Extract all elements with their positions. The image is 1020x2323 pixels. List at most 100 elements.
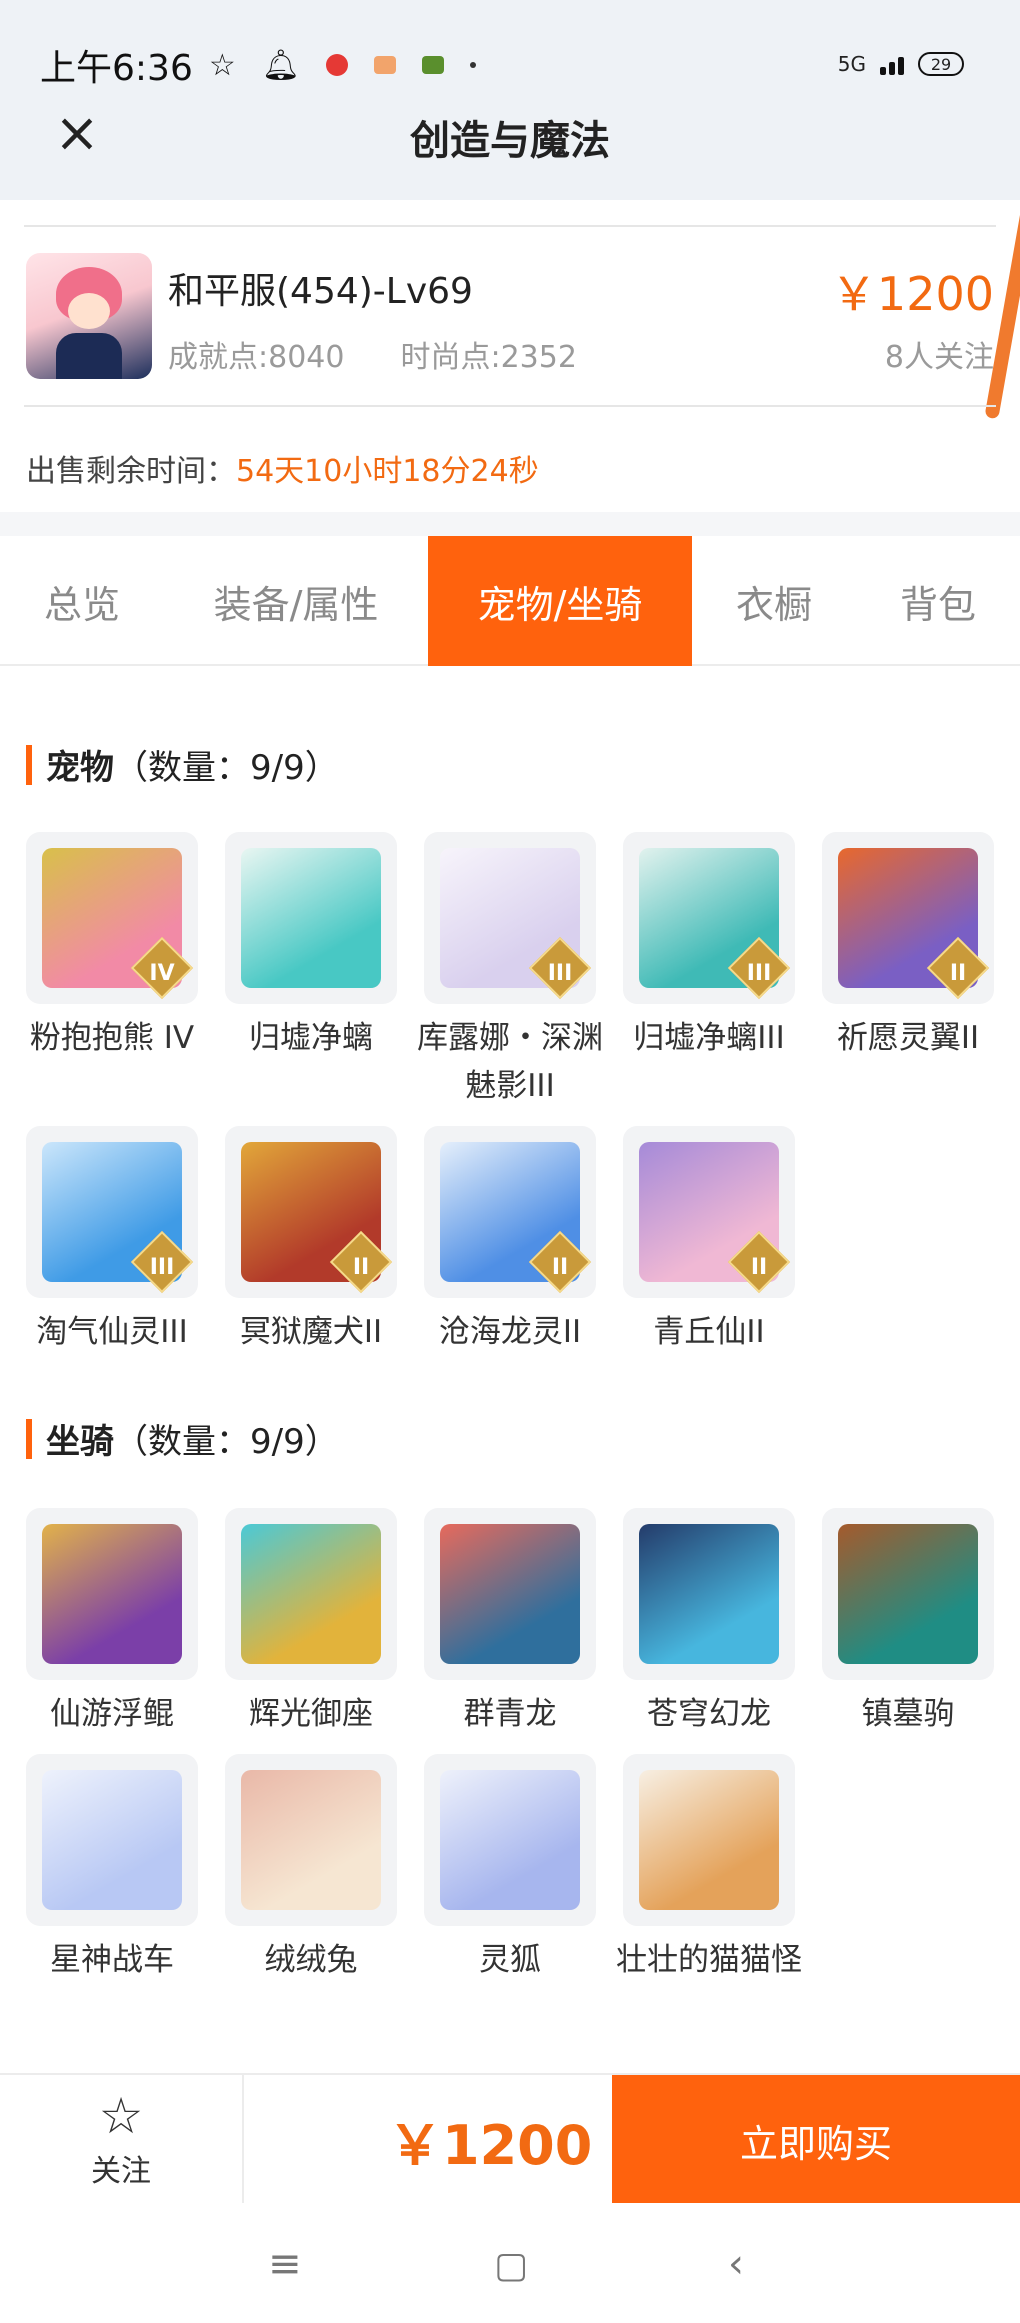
pet-name: 归墟净螭	[249, 1020, 373, 1056]
app-notification-icon	[325, 54, 348, 76]
mount-name: 仙游浮鲲	[50, 1696, 174, 1732]
status-time: 上午6:36	[40, 48, 193, 89]
item-artwork	[42, 1770, 182, 1910]
mount-name: 苍穹幻龙	[647, 1696, 771, 1732]
pet-name: 祈愿灵翼II	[836, 1020, 980, 1056]
item-artwork	[838, 1524, 978, 1664]
grade-badge-text: III	[149, 1255, 175, 1280]
header-area: 上午6:36 ☆ 🔔︎ 5G 29 × 创造与魔法	[0, 0, 1020, 200]
pet-name: 归墟净螭III	[633, 1020, 785, 1056]
pet-item[interactable]: II 沧海龙灵II	[424, 1126, 596, 1356]
listing-price: ￥1200	[830, 267, 994, 321]
star-icon: ☆	[208, 47, 236, 83]
tab-pets-mounts[interactable]: 宠物/坐骑	[428, 536, 692, 666]
grade-badge-text: IV	[149, 961, 175, 986]
item-artwork	[440, 1770, 580, 1910]
remaining-time-label: 出售剩余时间：	[26, 454, 236, 489]
mount-thumbnail	[225, 1754, 397, 1926]
pet-thumbnail: II	[822, 832, 994, 1004]
more-notifications-icon	[469, 62, 476, 68]
buy-now-button[interactable]: 立即购买	[612, 2075, 1020, 2205]
pet-item[interactable]: 归墟净螭	[225, 832, 397, 1062]
tab-bar: 总览 装备/属性 宠物/坐骑 衣橱 背包	[0, 536, 1020, 666]
pet-item[interactable]: IV 粉抱抱熊 IV	[26, 832, 198, 1062]
pet-thumbnail	[225, 832, 397, 1004]
mount-thumbnail	[26, 1754, 198, 1926]
server-level: 和平服(454)-Lv69	[168, 271, 473, 312]
pet-item[interactable]: II 祈愿灵翼II	[822, 832, 994, 1062]
mount-item[interactable]: 苍穹幻龙	[623, 1508, 795, 1738]
star-outline-icon: ☆	[98, 2087, 144, 2145]
achievement-points: 成就点:8040	[168, 340, 345, 375]
mounts-count: （数量：9/9）	[114, 1422, 339, 1462]
character-avatar	[26, 253, 152, 379]
mounts-title: 坐骑	[46, 1422, 114, 1462]
pet-thumbnail: II	[623, 1126, 795, 1298]
tab-backpack[interactable]: 背包	[856, 536, 1020, 666]
mount-item[interactable]: 灵狐	[424, 1754, 596, 1984]
pets-count: （数量：9/9）	[114, 748, 339, 788]
mount-name: 镇墓驹	[861, 1696, 955, 1732]
mount-item[interactable]: 仙游浮鲲	[26, 1508, 198, 1738]
pets-section-title: 宠物 （数量：9/9）	[26, 740, 339, 789]
tab-overview[interactable]: 总览	[0, 536, 164, 666]
grade-badge-text: III	[547, 961, 573, 986]
bottom-action-bar: ☆ 关注 ￥1200 立即购买	[0, 2073, 1020, 2205]
pet-thumbnail: II	[225, 1126, 397, 1298]
section-gap	[0, 512, 1020, 536]
signal-icon	[880, 53, 904, 75]
item-artwork	[241, 1770, 381, 1910]
followers-count: 8人关注	[884, 340, 994, 375]
home-icon[interactable]: ▢	[494, 2245, 528, 2286]
pet-thumbnail: IV	[26, 832, 198, 1004]
mount-thumbnail	[26, 1508, 198, 1680]
pet-thumbnail: II	[424, 1126, 596, 1298]
mount-thumbnail	[424, 1754, 596, 1926]
pet-item[interactable]: III 归墟净螭III	[623, 832, 795, 1062]
item-artwork	[241, 1524, 381, 1664]
mount-name: 辉光御座	[249, 1696, 373, 1732]
mount-thumbnail	[822, 1508, 994, 1680]
pet-item[interactable]: III 库露娜・深渊魅影III	[417, 832, 603, 1110]
mount-name: 群青龙	[463, 1696, 557, 1732]
mount-thumbnail	[623, 1754, 795, 1926]
battery-level: 29	[930, 54, 952, 74]
mount-item[interactable]: 辉光御座	[225, 1508, 397, 1738]
remaining-time: 出售剩余时间：54天10小时18分24秒	[26, 446, 539, 490]
mount-item[interactable]: 星神战车	[26, 1754, 198, 1984]
item-artwork	[639, 1524, 779, 1664]
grade-badge-text: II	[750, 1255, 768, 1280]
app-notification-icon	[373, 56, 396, 74]
pet-item[interactable]: II 青丘仙II	[623, 1126, 795, 1356]
system-navigation-bar: ≡ ▢ ‹	[0, 2203, 1020, 2323]
pet-item[interactable]: II 冥狱魔犬II	[225, 1126, 397, 1356]
mount-item[interactable]: 群青龙	[424, 1508, 596, 1738]
fashion-points: 时尚点:2352	[400, 340, 577, 375]
tab-wardrobe[interactable]: 衣橱	[692, 536, 856, 666]
mount-name: 灵狐	[479, 1942, 541, 1978]
item-artwork	[42, 1524, 182, 1664]
status-indicators: 5G 29	[838, 44, 964, 84]
back-icon[interactable]: ‹	[728, 2241, 744, 2287]
pet-name: 粉抱抱熊 IV	[29, 1020, 195, 1056]
tab-equipment[interactable]: 装备/属性	[164, 536, 428, 666]
network-label: 5G	[837, 52, 866, 76]
points-row: 成就点:8040 时尚点:2352	[168, 332, 577, 376]
pet-thumbnail: III	[623, 832, 795, 1004]
pet-thumbnail: III	[424, 832, 596, 1004]
pet-name: 冥狱魔犬II	[239, 1314, 383, 1350]
mount-item[interactable]: 镇墓驹	[822, 1508, 994, 1738]
pet-name: 沧海龙灵II	[438, 1314, 582, 1350]
mount-item[interactable]: 绒绒兔	[225, 1754, 397, 1984]
pet-item[interactable]: III 淘气仙灵III	[26, 1126, 198, 1356]
menu-icon[interactable]: ≡	[268, 2241, 302, 2287]
divider	[24, 405, 996, 407]
cart-notification-icon	[421, 56, 444, 74]
page-title: 创造与魔法	[410, 118, 610, 164]
mount-name: 壮壮的猫猫怪	[616, 1942, 802, 1978]
mount-item[interactable]: 壮壮的猫猫怪	[616, 1754, 802, 1984]
grade-badge-text: II	[551, 1255, 569, 1280]
follow-button[interactable]: ☆ 关注	[0, 2075, 244, 2205]
pets-title: 宠物	[46, 748, 114, 788]
follow-label: 关注	[91, 2154, 151, 2189]
